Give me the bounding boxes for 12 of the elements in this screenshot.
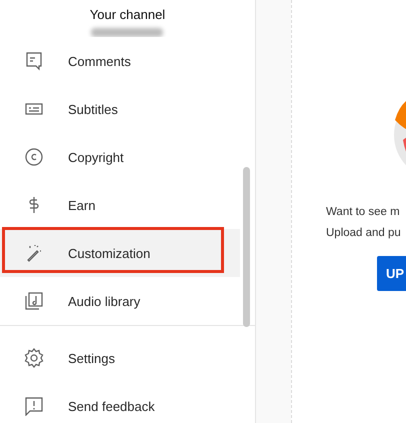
- description-text: Upload and pu: [326, 226, 402, 241]
- channel-title: Your channel: [90, 7, 166, 22]
- feedback-icon: [24, 396, 44, 416]
- scrollbar[interactable]: [243, 167, 250, 327]
- music-note-icon: [24, 291, 44, 311]
- blurred-channel-name: [90, 28, 162, 37]
- settings-icon: [24, 348, 44, 368]
- description-text: Want to see m: [326, 205, 401, 220]
- comment-icon: [24, 51, 44, 71]
- sidebar-item[interactable]: Customization: [0, 229, 240, 277]
- copyright-icon: [24, 147, 44, 167]
- upload-button[interactable]: UP: [377, 256, 406, 291]
